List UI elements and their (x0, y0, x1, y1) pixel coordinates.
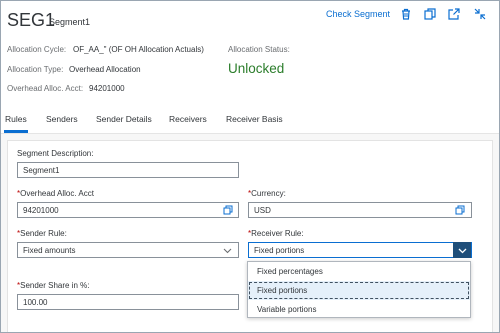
currency-input[interactable]: USD (248, 202, 472, 218)
option-fixed-portions[interactable]: Fixed portions (248, 281, 470, 300)
receiver-rule-label-text: Receiver Rule: (251, 229, 304, 238)
overhead-acct-field-label-text: Overhead Alloc. Acct (20, 189, 94, 198)
tab-rules[interactable]: Rules (5, 114, 27, 124)
receiver-rule-dropdown-button[interactable] (453, 242, 471, 258)
tab-sender-details[interactable]: Sender Details (96, 114, 152, 124)
sender-rule-select[interactable]: Fixed amounts (17, 242, 239, 258)
segment-description-input[interactable]: Segment1 (17, 162, 239, 178)
active-tab-indicator (4, 130, 28, 133)
allocation-cycle-value: OF_AA_" (OF OH Allocation Actuals) (73, 45, 204, 54)
value-help-icon[interactable] (455, 205, 465, 215)
allocation-cycle-label: Allocation Cycle: (7, 45, 67, 54)
status-badge: Unlocked (228, 61, 285, 76)
sender-share-label: *Sender Share in %: (17, 281, 90, 290)
page-subtitle: Segment1 (49, 17, 91, 27)
page-title: SEG1 (7, 10, 56, 30)
object-header: SEG1 Segment1 Check Segment Allocation C… (1, 1, 499, 134)
overhead-acct-input[interactable]: 94201000 (17, 202, 239, 218)
check-segment-button[interactable]: Check Segment (326, 9, 390, 19)
tab-receiver-basis[interactable]: Receiver Basis (226, 114, 283, 124)
overhead-acct-label: Overhead Alloc. Acct: (7, 84, 84, 93)
allocation-type-label: Allocation Type: (7, 65, 64, 74)
chevron-down-icon[interactable] (223, 246, 232, 255)
tab-senders[interactable]: Senders (46, 114, 78, 124)
overhead-acct-value: 94201000 (89, 84, 125, 93)
app-window: SEG1 Segment1 Check Segment Allocation C… (0, 0, 500, 333)
currency-label: *Currency: (248, 189, 286, 198)
chevron-down-icon (458, 248, 466, 253)
exit-fullscreen-icon[interactable] (473, 7, 487, 21)
sender-rule-label: *Sender Rule: (17, 229, 67, 238)
option-fixed-percentages[interactable]: Fixed percentages (248, 262, 470, 281)
share-icon[interactable] (447, 7, 461, 21)
delete-icon[interactable] (399, 7, 413, 21)
tab-bar: Rules Senders Sender Details Receivers R… (1, 109, 499, 134)
segment-description-label: Segment Description: (17, 149, 94, 158)
allocation-status-label: Allocation Status: (228, 45, 290, 54)
allocation-type-value: Overhead Allocation (69, 65, 141, 74)
receiver-rule-label: *Receiver Rule: (248, 229, 304, 238)
receiver-rule-select[interactable]: Fixed portions (248, 242, 472, 258)
receiver-rule-options: Fixed percentages Fixed portions Variabl… (247, 261, 471, 318)
value-help-icon[interactable] (223, 205, 233, 215)
sender-share-label-text: Sender Share in %: (20, 281, 90, 290)
copy-icon[interactable] (423, 7, 437, 21)
tab-receivers[interactable]: Receivers (169, 114, 207, 124)
overhead-acct-field-label: *Overhead Alloc. Acct (17, 189, 94, 198)
currency-label-text: Currency: (251, 189, 286, 198)
option-variable-portions[interactable]: Variable portions (248, 300, 470, 319)
sender-share-input[interactable]: 100.00 (17, 294, 239, 310)
sender-rule-label-text: Sender Rule: (20, 229, 67, 238)
